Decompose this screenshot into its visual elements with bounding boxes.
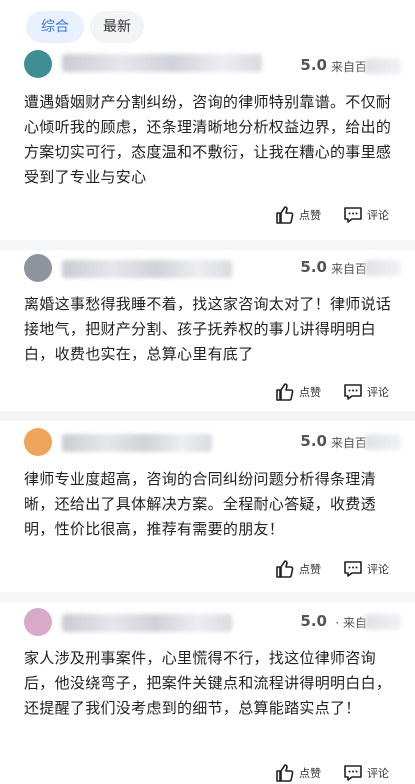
- source-blurred: [365, 614, 401, 630]
- comment-button[interactable]: 评论: [343, 558, 389, 580]
- comment-label: 评论: [367, 767, 389, 780]
- username-blurred: [62, 54, 262, 72]
- review-header: 5.0 · 来自百: [24, 254, 401, 288]
- review-header: 5.0 · 来自百: [24, 428, 401, 462]
- review-header: 5.0 · 来自百: [24, 50, 401, 88]
- like-button[interactable]: 点赞: [275, 762, 321, 784]
- review-source: · 来自: [335, 616, 367, 630]
- comment-icon: [344, 765, 362, 781]
- review-actions: 点赞 评论: [275, 381, 395, 403]
- review-card: 5.0 · 来自百 离婚这事愁得我睡不着，找这家咨询太对了！律师说话接地气，把财…: [0, 254, 415, 414]
- like-label: 点赞: [299, 563, 321, 576]
- source-blurred: [365, 58, 401, 74]
- avatar[interactable]: [24, 608, 52, 636]
- comment-button[interactable]: 评论: [343, 204, 389, 226]
- like-label: 点赞: [299, 386, 321, 399]
- review-text: 离婚这事愁得我睡不着，找这家咨询太对了！律师说话接地气，把财产分割、孩子抚养权的…: [24, 295, 392, 363]
- comment-icon: [344, 207, 362, 223]
- comment-icon: [344, 384, 362, 400]
- divider: [0, 592, 415, 602]
- avatar[interactable]: [24, 428, 52, 456]
- username-blurred: [62, 260, 232, 278]
- comment-label: 评论: [367, 209, 389, 222]
- avatar[interactable]: [24, 254, 52, 282]
- review-card: 5.0 · 来自 家人涉及刑事案件，心里慌得不行，找这位律师咨询后，他没绕弯子，…: [0, 608, 415, 782]
- source-blurred: [365, 260, 401, 276]
- like-label: 点赞: [299, 209, 321, 222]
- comment-icon: [344, 561, 362, 577]
- review-header: 5.0 · 来自: [24, 608, 401, 642]
- divider: [0, 240, 415, 250]
- review-actions: 点赞 评论: [275, 762, 395, 784]
- thumbs-up-icon: [276, 560, 294, 578]
- thumbs-up-icon: [276, 764, 294, 782]
- tab-comprehensive[interactable]: 综合: [26, 11, 84, 43]
- username-blurred: [62, 434, 212, 452]
- review-text: 律师专业度超高，咨询的合同纠纷问题分析得条理清晰，还给出了具体解决方案。全程耐心…: [24, 470, 376, 538]
- tab-latest[interactable]: 最新: [90, 11, 144, 43]
- comment-button[interactable]: 评论: [343, 381, 389, 403]
- comment-button[interactable]: 评论: [343, 762, 389, 784]
- review-card: 5.0 · 来自百 遭遇婚姻财产分割纠纷，咨询的律师特别靠谱。不仅耐心倾听我的顾…: [0, 50, 415, 247]
- like-button[interactable]: 点赞: [275, 381, 321, 403]
- like-button[interactable]: 点赞: [275, 558, 321, 580]
- thumbs-up-icon: [276, 206, 294, 224]
- like-label: 点赞: [299, 767, 321, 780]
- review-text: 家人涉及刑事案件，心里慌得不行，找这位律师咨询后，他没绕弯子，把案件关键点和流程…: [24, 649, 392, 717]
- username-blurred: [62, 614, 232, 632]
- review-source: · 来自百: [323, 436, 367, 450]
- review-card: 5.0 · 来自百 律师专业度超高，咨询的合同纠纷问题分析得条理清晰，还给出了具…: [0, 428, 415, 598]
- thumbs-up-icon: [276, 383, 294, 401]
- rating-score: 5.0: [300, 612, 327, 630]
- comment-label: 评论: [367, 563, 389, 576]
- source-blurred: [365, 434, 401, 450]
- filter-tabs: 综合 最新: [0, 0, 415, 52]
- divider: [0, 411, 415, 421]
- review-actions: 点赞 评论: [275, 558, 395, 580]
- review-text: 遭遇婚姻财产分割纠纷，咨询的律师特别靠谱。不仅耐心倾听我的顾虑，还条理清晰地分析…: [24, 93, 392, 186]
- review-source: · 来自百: [323, 60, 367, 74]
- review-actions: 点赞 评论: [275, 204, 395, 226]
- avatar[interactable]: [24, 50, 52, 78]
- like-button[interactable]: 点赞: [275, 204, 321, 226]
- review-source: · 来自百: [323, 262, 367, 276]
- comment-label: 评论: [367, 386, 389, 399]
